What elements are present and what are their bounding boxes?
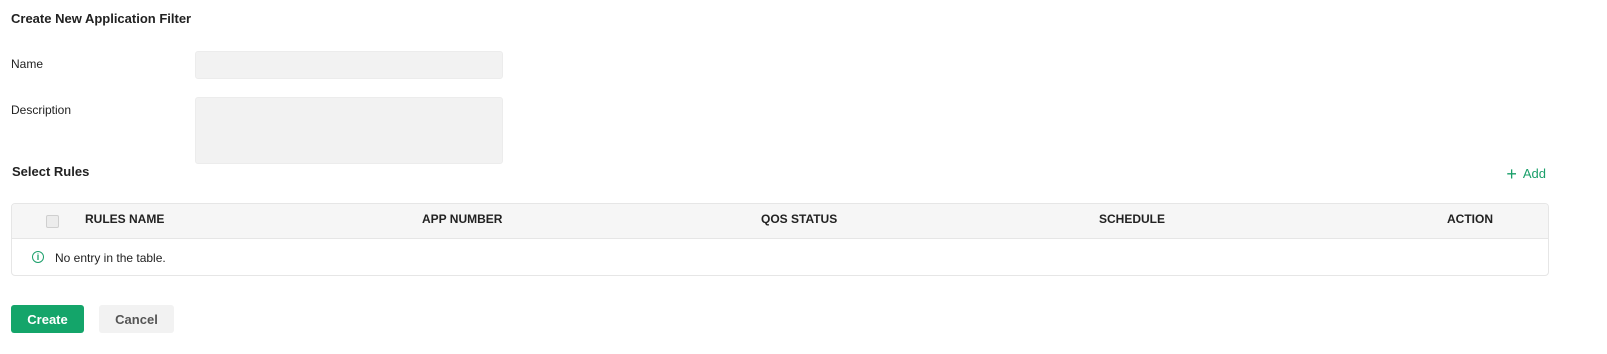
- empty-table-message: No entry in the table.: [55, 251, 166, 265]
- column-header-qos-status: QOS STATUS: [761, 212, 838, 226]
- add-rule-label: Add: [1522, 166, 1546, 181]
- empty-table-row: i No entry in the table.: [12, 239, 1548, 275]
- table-header: RULES NAME APP NUMBER QOS STATUS SCHEDUL…: [12, 204, 1548, 239]
- description-textarea[interactable]: [195, 97, 503, 164]
- create-button[interactable]: Create: [11, 305, 84, 333]
- info-circle-icon: i: [32, 251, 44, 263]
- plus-icon: +: [1506, 163, 1517, 184]
- name-input[interactable]: [195, 51, 503, 79]
- rules-table: RULES NAME APP NUMBER QOS STATUS SCHEDUL…: [11, 203, 1549, 276]
- name-label: Name: [11, 57, 44, 71]
- column-header-app-number: APP NUMBER: [422, 212, 503, 226]
- select-all-checkbox[interactable]: [46, 215, 59, 228]
- column-header-action: ACTION: [1447, 212, 1493, 226]
- description-label: Description: [11, 103, 72, 117]
- select-rules-title: Select Rules: [12, 164, 90, 179]
- page-title: Create New Application Filter: [11, 11, 192, 26]
- column-header-schedule: SCHEDULE: [1099, 212, 1166, 226]
- cancel-button[interactable]: Cancel: [99, 305, 174, 333]
- column-header-rules-name: RULES NAME: [85, 212, 165, 226]
- add-rule-button[interactable]: + Add: [1506, 163, 1546, 184]
